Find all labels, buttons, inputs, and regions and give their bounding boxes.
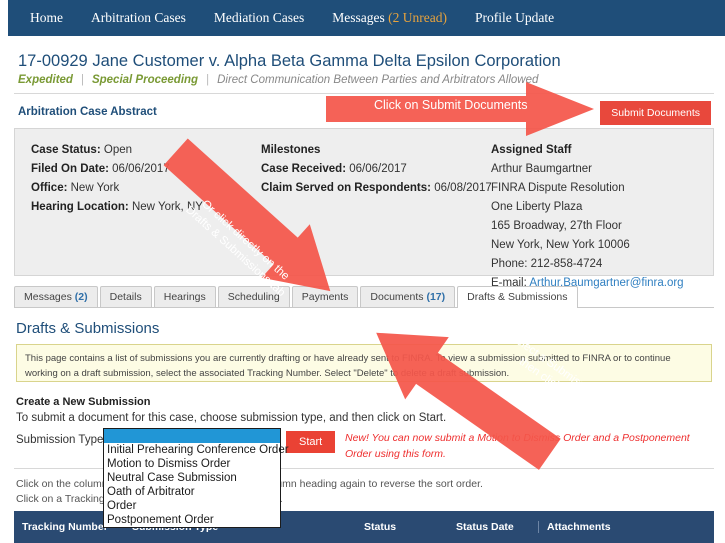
nav-item-label: Home [30,10,63,25]
nav-item-arbitration-cases[interactable]: Arbitration Cases [77,0,200,36]
submission-option-initial-prehearing-conference-order[interactable]: Initial Prehearing Conference Order [104,443,280,457]
column-header-status-date[interactable]: Status Date [450,521,538,533]
submission-option-oath-of-arbitrator[interactable]: Oath of Arbitrator [104,485,280,499]
abstract-heading: Arbitration Case Abstract [18,106,157,118]
submission-option-motion-to-dismiss-order[interactable]: Motion to Dismiss Order [104,457,280,471]
tab-details[interactable]: Details [100,286,152,307]
staff-line: FINRA Dispute Resolution [491,179,684,198]
section-title: Drafts & Submissions [16,320,159,337]
milestone-row: Case Received: 06/06/2017 [261,160,492,179]
main-navigation: Home Arbitration Cases Mediation Cases M… [8,0,725,36]
tab-drafts-and-submissions[interactable]: Drafts & Submissions [457,286,577,308]
nav-unread-badge: (2 Unread) [388,10,447,25]
start-button[interactable]: Start [286,431,335,453]
tab-hearings[interactable]: Hearings [154,286,216,307]
tab-label: Drafts & Submissions [467,291,567,303]
tab-label: Messages [24,291,72,303]
create-submission-instructions: To submit a document for this case, choo… [16,412,446,424]
nav-item-mediation-cases[interactable]: Mediation Cases [200,0,318,36]
field-value: New York, NY [132,201,203,213]
tab-label: Scheduling [228,291,280,303]
create-submission-heading: Create a New Submission [16,396,151,408]
staff-line: 165 Broadway, 27th Floor [491,217,684,236]
abstract-row: Filed On Date: 06/06/2017 [31,160,203,179]
tab-messages[interactable]: Messages (2) [14,286,98,307]
staff-line: One Liberty Plaza [491,198,684,217]
field-value: New York [71,182,120,194]
new-feature-note: New! You can now submit a Motion to Dism… [345,430,695,462]
tab-label: Documents [370,291,423,303]
case-flags: Expedited | Special Proceeding | Direct … [18,74,538,86]
submission-option-neutral-case-submission[interactable]: Neutral Case Submission [104,471,280,485]
submission-option-order[interactable]: Order [104,499,280,513]
milestone-row: Claim Served on Respondents: 06/08/2017 [261,179,492,198]
staff-line: Phone: 212-858-4724 [491,255,684,274]
tab-count: (17) [426,291,445,303]
field-label: Case Received: [261,163,346,175]
flag-special-proceeding: Special Proceeding [92,74,198,86]
flag-divider: | [198,74,217,86]
assigned-staff-heading: Assigned Staff [491,141,684,160]
page-root: Home Arbitration Cases Mediation Cases M… [0,0,725,543]
field-value: 06/06/2017 [349,163,407,175]
staff-line: Arthur Baumgartner [491,160,684,179]
staff-line: New York, New York 10006 [491,236,684,255]
drafts-notice: This page contains a list of submissions… [16,344,712,382]
field-label: Case Status: [31,144,101,156]
field-value: 06/08/2017 [434,182,492,194]
abstract-row: Office: New York [31,179,203,198]
tab-payments[interactable]: Payments [292,286,359,307]
callout-label: Click on Submit Documents [374,98,528,113]
case-tabs: Messages (2) Details Hearings Scheduling… [14,286,714,308]
page-title: 17-00929 Jane Customer v. Alpha Beta Gam… [18,52,561,71]
column-header-attachments[interactable]: Attachments [538,521,678,533]
field-value: 06/06/2017 [112,163,170,175]
tab-count: (2) [75,291,88,303]
field-label: Hearing Location: [31,201,129,213]
flag-direct-communication: Direct Communication Between Parties and… [217,74,538,86]
tab-documents[interactable]: Documents (17) [360,286,455,307]
field-label: Claim Served on Respondents: [261,182,431,194]
abstract-column-milestones: Milestones Case Received: 06/06/2017 Cla… [261,141,492,198]
tab-label: Details [110,291,142,303]
title-divider [14,93,714,94]
abstract-row: Hearing Location: New York, NY [31,198,203,217]
nav-item-home[interactable]: Home [20,0,77,36]
nav-item-profile-update[interactable]: Profile Update [461,0,568,36]
nav-item-label: Arbitration Cases [91,10,186,25]
abstract-column-assigned-staff: Assigned Staff Arthur Baumgartner FINRA … [491,141,684,293]
arbitration-case-abstract-panel: Case Status: Open Filed On Date: 06/06/2… [14,128,714,276]
submit-documents-button[interactable]: Submit Documents [600,101,711,125]
milestones-heading: Milestones [261,141,492,160]
field-label: Filed On Date: [31,163,109,175]
submission-type-select[interactable]: Initial Prehearing Conference Order Moti… [103,428,281,528]
submission-option-blank[interactable] [104,429,280,443]
abstract-column-case-info: Case Status: Open Filed On Date: 06/06/2… [31,141,203,217]
submission-type-label: Submission Type: [16,434,107,446]
column-header-status[interactable]: Status [358,521,450,533]
field-value: Open [104,144,132,156]
tab-label: Hearings [164,291,206,303]
submission-option-postponement-order[interactable]: Postponement Order [104,513,280,527]
field-label: Office: [31,182,67,194]
nav-item-messages[interactable]: Messages (2 Unread) [318,0,461,36]
nav-item-label: Mediation Cases [214,10,304,25]
flag-divider: | [73,74,92,86]
tab-label: Payments [302,291,349,303]
nav-item-label: Profile Update [475,10,554,25]
nav-item-label: Messages [332,10,385,25]
abstract-row: Case Status: Open [31,141,203,160]
flag-expedited: Expedited [18,74,73,86]
tab-scheduling[interactable]: Scheduling [218,286,290,307]
